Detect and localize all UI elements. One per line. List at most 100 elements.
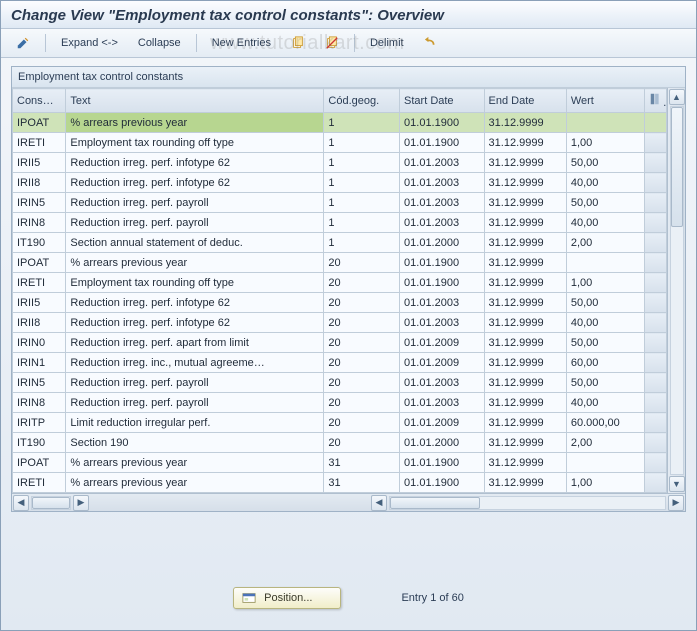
cell-end[interactable]: 31.12.9999 bbox=[484, 273, 566, 293]
row-selector[interactable] bbox=[644, 273, 666, 293]
table-row[interactable]: IRETIEmployment tax rounding off type101… bbox=[13, 133, 667, 153]
cell-cons[interactable]: IPOAT bbox=[13, 253, 66, 273]
cell-cons[interactable]: IPOAT bbox=[13, 453, 66, 473]
table-row[interactable]: IRETIEmployment tax rounding off type200… bbox=[13, 273, 667, 293]
cell-end[interactable]: 31.12.9999 bbox=[484, 473, 566, 493]
cell-start[interactable]: 01.01.1900 bbox=[400, 133, 485, 153]
cell-text[interactable]: Reduction irreg. perf. payroll bbox=[66, 373, 324, 393]
row-selector[interactable] bbox=[644, 293, 666, 313]
cell-text[interactable]: Reduction irreg. perf. infotype 62 bbox=[66, 293, 324, 313]
cell-text[interactable]: Section annual statement of deduc. bbox=[66, 233, 324, 253]
cell-wert[interactable]: 40,00 bbox=[566, 393, 644, 413]
scroll-left-button-2[interactable]: ◀ bbox=[371, 495, 387, 511]
cell-end[interactable]: 31.12.9999 bbox=[484, 393, 566, 413]
cell-wert[interactable]: 1,00 bbox=[566, 473, 644, 493]
cell-cons[interactable]: IRETI bbox=[13, 473, 66, 493]
cell-cons[interactable]: IRETI bbox=[13, 273, 66, 293]
col-header-geog[interactable]: Cód.geog. bbox=[324, 89, 400, 113]
cell-cons[interactable]: IRIN1 bbox=[13, 353, 66, 373]
table-row[interactable]: IRIN1Reduction irreg. inc., mutual agree… bbox=[13, 353, 667, 373]
table-row[interactable]: IPOAT% arrears previous year101.01.19003… bbox=[13, 113, 667, 133]
cell-cons[interactable]: IRIN0 bbox=[13, 333, 66, 353]
cell-text[interactable]: % arrears previous year bbox=[66, 253, 324, 273]
cell-end[interactable]: 31.12.9999 bbox=[484, 173, 566, 193]
col-header-text[interactable]: Text bbox=[66, 89, 324, 113]
cell-geog[interactable]: 1 bbox=[324, 193, 400, 213]
cell-text[interactable]: % arrears previous year bbox=[66, 113, 324, 133]
cell-geog[interactable]: 20 bbox=[324, 333, 400, 353]
cell-end[interactable]: 31.12.9999 bbox=[484, 413, 566, 433]
row-selector[interactable] bbox=[644, 253, 666, 273]
cell-wert[interactable]: 50,00 bbox=[566, 193, 644, 213]
row-selector[interactable] bbox=[644, 453, 666, 473]
cell-end[interactable]: 31.12.9999 bbox=[484, 453, 566, 473]
expand-button[interactable]: Expand <-> bbox=[54, 34, 125, 52]
row-selector[interactable] bbox=[644, 233, 666, 253]
cell-geog[interactable]: 20 bbox=[324, 393, 400, 413]
cell-wert[interactable]: 50,00 bbox=[566, 153, 644, 173]
row-selector[interactable] bbox=[644, 393, 666, 413]
scroll-track[interactable] bbox=[670, 106, 684, 475]
cell-start[interactable]: 01.01.2000 bbox=[400, 233, 485, 253]
cell-text[interactable]: % arrears previous year bbox=[66, 473, 324, 493]
table-row[interactable]: IRIN5Reduction irreg. perf. payroll101.0… bbox=[13, 193, 667, 213]
scroll-thumb[interactable] bbox=[390, 497, 480, 509]
cell-end[interactable]: 31.12.9999 bbox=[484, 253, 566, 273]
cell-wert[interactable]: 50,00 bbox=[566, 293, 644, 313]
table-row[interactable]: IPOAT% arrears previous year3101.01.1900… bbox=[13, 453, 667, 473]
scroll-thumb[interactable] bbox=[32, 497, 70, 509]
cell-geog[interactable]: 20 bbox=[324, 293, 400, 313]
cell-geog[interactable]: 1 bbox=[324, 213, 400, 233]
cell-geog[interactable]: 1 bbox=[324, 233, 400, 253]
cell-wert[interactable]: 60.000,00 bbox=[566, 413, 644, 433]
cell-cons[interactable]: IRII5 bbox=[13, 293, 66, 313]
row-selector[interactable] bbox=[644, 373, 666, 393]
cell-geog[interactable]: 20 bbox=[324, 413, 400, 433]
table-row[interactable]: IRITPLimit reduction irregular perf.2001… bbox=[13, 413, 667, 433]
cell-geog[interactable]: 20 bbox=[324, 273, 400, 293]
col-header-start[interactable]: Start Date bbox=[400, 89, 485, 113]
cell-end[interactable]: 31.12.9999 bbox=[484, 113, 566, 133]
cell-geog[interactable]: 20 bbox=[324, 353, 400, 373]
cell-start[interactable]: 01.01.2003 bbox=[400, 313, 485, 333]
table-row[interactable]: IRIN5Reduction irreg. perf. payroll2001.… bbox=[13, 373, 667, 393]
table-row[interactable]: IPOAT% arrears previous year2001.01.1900… bbox=[13, 253, 667, 273]
row-selector[interactable] bbox=[644, 153, 666, 173]
scroll-track-left[interactable] bbox=[31, 496, 71, 510]
cell-text[interactable]: Reduction irreg. perf. infotype 62 bbox=[66, 173, 324, 193]
cell-wert[interactable]: 50,00 bbox=[566, 373, 644, 393]
delete-button[interactable] bbox=[318, 33, 346, 53]
row-selector[interactable] bbox=[644, 333, 666, 353]
cell-end[interactable]: 31.12.9999 bbox=[484, 373, 566, 393]
cell-cons[interactable]: IRII8 bbox=[13, 173, 66, 193]
cell-end[interactable]: 31.12.9999 bbox=[484, 293, 566, 313]
row-selector[interactable] bbox=[644, 173, 666, 193]
cell-text[interactable]: Reduction irreg. perf. infotype 62 bbox=[66, 153, 324, 173]
cell-wert[interactable]: 50,00 bbox=[566, 333, 644, 353]
col-header-end[interactable]: End Date bbox=[484, 89, 566, 113]
table-row[interactable]: IRII5Reduction irreg. perf. infotype 621… bbox=[13, 153, 667, 173]
cell-cons[interactable]: IRITP bbox=[13, 413, 66, 433]
cell-geog[interactable]: 20 bbox=[324, 433, 400, 453]
cell-end[interactable]: 31.12.9999 bbox=[484, 333, 566, 353]
scroll-thumb[interactable] bbox=[671, 107, 683, 227]
cell-wert[interactable]: 60,00 bbox=[566, 353, 644, 373]
table-row[interactable]: IRII5Reduction irreg. perf. infotype 622… bbox=[13, 293, 667, 313]
cell-end[interactable]: 31.12.9999 bbox=[484, 353, 566, 373]
cell-wert[interactable]: 1,00 bbox=[566, 133, 644, 153]
cell-text[interactable]: Reduction irreg. perf. payroll bbox=[66, 213, 324, 233]
row-selector[interactable] bbox=[644, 473, 666, 493]
col-header-wert[interactable]: Wert bbox=[566, 89, 644, 113]
cell-start[interactable]: 01.01.2000 bbox=[400, 433, 485, 453]
cell-geog[interactable]: 20 bbox=[324, 253, 400, 273]
table-row[interactable]: IRIN8Reduction irreg. perf. payroll101.0… bbox=[13, 213, 667, 233]
row-selector[interactable] bbox=[644, 353, 666, 373]
delimit-button[interactable]: Delimit bbox=[363, 34, 411, 52]
table-row[interactable]: IT190Section 1902001.01.200031.12.99992,… bbox=[13, 433, 667, 453]
row-selector[interactable] bbox=[644, 193, 666, 213]
col-header-cons[interactable]: Cons… bbox=[13, 89, 66, 113]
cell-wert[interactable]: 2,00 bbox=[566, 233, 644, 253]
row-selector[interactable] bbox=[644, 433, 666, 453]
cell-wert[interactable]: 40,00 bbox=[566, 173, 644, 193]
scroll-down-button[interactable]: ▼ bbox=[669, 476, 685, 492]
